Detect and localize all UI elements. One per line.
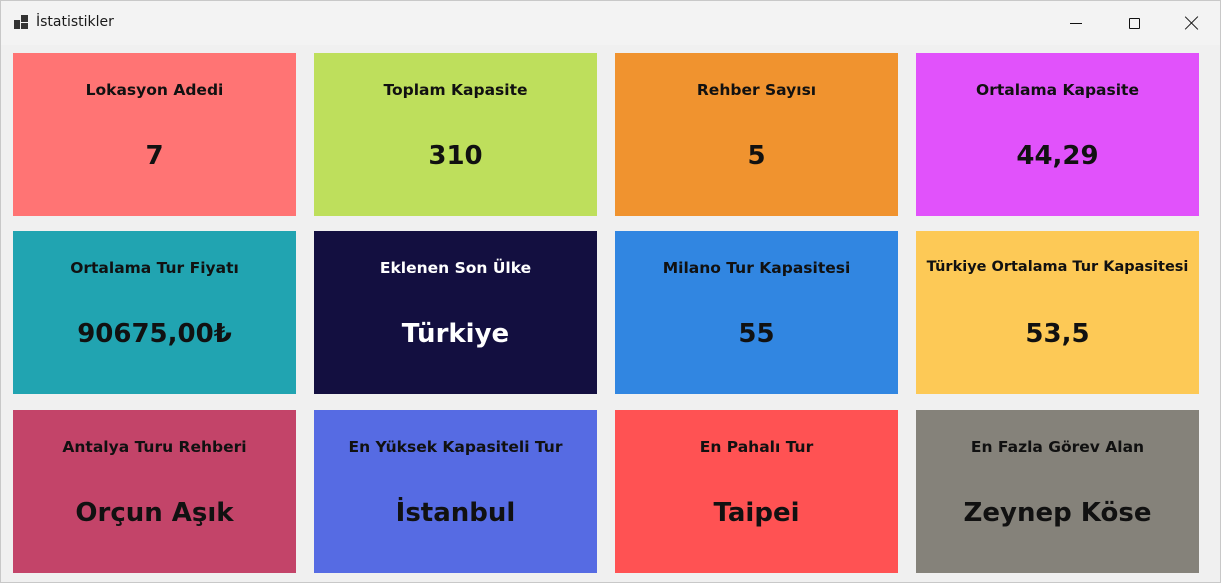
stat-card-label: En Pahalı Tur — [699, 438, 814, 456]
stat-card-label: Eklenen Son Ülke — [379, 259, 532, 277]
stat-card-label: Türkiye Ortalama Tur Kapasitesi — [926, 259, 1189, 275]
window-title: İstatistikler — [36, 14, 114, 30]
stat-card-turkey-average-tour-capacity: Türkiye Ortalama Tur Kapasitesi 53,5 — [916, 231, 1199, 394]
stat-card-most-assigned-guide: En Fazla Görev Alan Zeynep Köse — [916, 410, 1199, 573]
stat-card-label: Ortalama Tur Fiyatı — [70, 259, 239, 277]
stat-card-label: Ortalama Kapasite — [976, 81, 1139, 99]
stat-card-value: Türkiye — [401, 319, 510, 349]
stat-card-value: 44,29 — [1016, 141, 1099, 171]
stat-card-label: Antalya Turu Rehberi — [62, 438, 247, 456]
stat-card-last-added-country: Eklenen Son Ülke Türkiye — [314, 231, 597, 394]
title-bar[interactable]: İstatistikler — [1, 1, 1220, 45]
statistics-window: İstatistikler Lokasyon Adedi 7 Toplam Ka… — [0, 0, 1221, 583]
maximize-button[interactable] — [1105, 1, 1163, 45]
stat-card-label: Lokasyon Adedi — [85, 81, 224, 99]
stat-card-value: 5 — [747, 141, 766, 171]
stat-card-value: 90675,00₺ — [77, 319, 232, 349]
stat-card-label: En Yüksek Kapasiteli Tur — [348, 438, 563, 456]
minimize-button[interactable] — [1047, 1, 1105, 45]
stat-card-most-expensive-tour: En Pahalı Tur Taipei — [615, 410, 898, 573]
stat-card-value: İstanbul — [395, 498, 516, 528]
stat-card-label: Milano Tur Kapasitesi — [662, 259, 851, 277]
stat-card-average-capacity: Ortalama Kapasite 44,29 — [916, 53, 1199, 216]
stat-card-label: En Fazla Görev Alan — [970, 438, 1145, 456]
stat-card-antalya-tour-guide: Antalya Turu Rehberi Orçun Aşık — [13, 410, 296, 573]
stat-card-highest-capacity-tour: En Yüksek Kapasiteli Tur İstanbul — [314, 410, 597, 573]
stat-card-milano-tour-capacity: Milano Tur Kapasitesi 55 — [615, 231, 898, 394]
close-button[interactable] — [1163, 1, 1221, 45]
maximize-icon — [1128, 17, 1140, 29]
stat-card-value: 7 — [145, 141, 164, 171]
stat-card-value: Zeynep Köse — [963, 498, 1152, 528]
stat-card-guide-count: Rehber Sayısı 5 — [615, 53, 898, 216]
stat-card-value: 310 — [428, 141, 483, 171]
stat-card-total-capacity: Toplam Kapasite 310 — [314, 53, 597, 216]
stat-card-value: 53,5 — [1025, 319, 1090, 349]
minimize-icon — [1070, 22, 1082, 24]
stat-card-value: 55 — [738, 319, 775, 349]
close-icon — [1185, 16, 1199, 30]
app-window-icon — [14, 15, 28, 29]
stat-card-label: Toplam Kapasite — [383, 81, 528, 99]
stat-card-location-count: Lokasyon Adedi 7 — [13, 53, 296, 216]
stat-card-average-tour-price: Ortalama Tur Fiyatı 90675,00₺ — [13, 231, 296, 394]
stat-card-value: Orçun Aşık — [75, 498, 234, 528]
stat-card-label: Rehber Sayısı — [696, 81, 817, 99]
stat-card-value: Taipei — [713, 498, 800, 528]
